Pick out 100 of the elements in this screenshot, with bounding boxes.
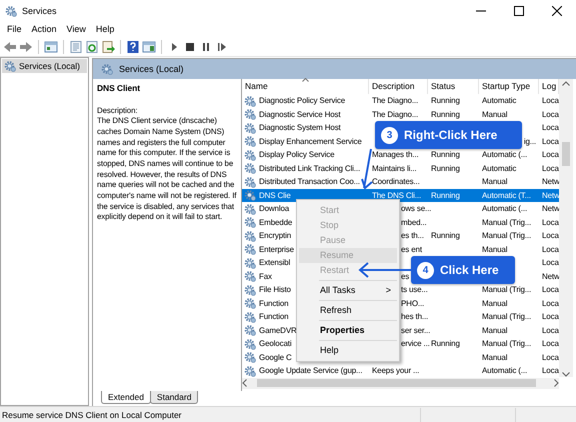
gear-icon: [244, 338, 256, 350]
menu-item[interactable]: View: [62, 23, 91, 35]
table-cell: Embedde: [259, 218, 292, 226]
export-icon[interactable]: [101, 40, 115, 54]
scroll-left-icon[interactable]: [242, 379, 247, 387]
table-cell: Loca: [542, 110, 559, 118]
table-cell: Automatic (...: [482, 204, 528, 213]
table-cell: Loca: [542, 312, 559, 321]
table-cell: File Histo: [259, 285, 291, 294]
table-cell: The Diagno...: [372, 96, 418, 105]
gear-icon: [244, 324, 256, 336]
table-cell: ows se...: [401, 204, 432, 213]
table-cell: Loca: [542, 150, 559, 159]
table-cell: Loca: [542, 339, 559, 348]
table-cell: Loca: [542, 352, 559, 362]
table-cell: Automatic: [482, 164, 516, 172]
panel-header: Services (Local): [93, 59, 576, 79]
scroll-right-icon[interactable]: [554, 379, 559, 387]
forward-arrow-icon[interactable]: [19, 40, 33, 54]
table-cell: Loca: [542, 136, 559, 146]
table-cell: DNS Clie: [259, 190, 291, 200]
table-cell: Running: [431, 150, 460, 159]
table-cell: Netw: [542, 272, 560, 280]
table-cell: Geolocati: [259, 339, 292, 348]
step-number: 4: [417, 262, 434, 278]
table-cell: Loca: [542, 298, 559, 308]
table-cell: Loca: [542, 258, 559, 267]
table-cell: Automatic (T...: [482, 190, 531, 200]
scroll-up-icon[interactable]: [562, 81, 570, 86]
gear-icon: [244, 162, 256, 174]
horizontal-scrollbar[interactable]: [242, 378, 559, 388]
menu-item[interactable]: Refresh: [299, 303, 397, 318]
column-header[interactable]: Description: [369, 79, 428, 94]
callout-text: Click Here: [440, 263, 499, 277]
column-header[interactable]: Startup Type: [479, 79, 539, 94]
gear-icon: [244, 364, 256, 377]
scrollbar-thumb[interactable]: [562, 142, 570, 166]
table-cell: Display Policy Service: [259, 150, 334, 159]
table-cell: Automatic (...: [482, 150, 528, 159]
gear-icon: [244, 284, 256, 296]
table-cell: PHO...: [401, 298, 424, 308]
gear-icon: [4, 60, 16, 72]
vertical-scrollbar[interactable]: [559, 79, 573, 377]
table-cell: hes th...: [401, 312, 428, 321]
view-tab[interactable]: Extended: [101, 391, 151, 404]
gear-icon: [244, 202, 256, 215]
menu-item[interactable]: Properties: [299, 323, 397, 338]
scrollbar-thumb[interactable]: [257, 379, 536, 387]
gear-icon: [244, 230, 256, 242]
table-cell: es th...: [401, 231, 424, 240]
step-number: 3: [381, 126, 398, 144]
column-header[interactable]: Name: [242, 79, 369, 94]
table-cell: Manual (Trig...: [482, 218, 532, 226]
scroll-down-icon[interactable]: [562, 372, 570, 377]
callout-text: Right-Click Here: [404, 128, 498, 142]
table-cell: ts use...: [401, 285, 428, 294]
menu-item[interactable]: Help: [299, 343, 397, 358]
gear-icon: [244, 310, 256, 323]
table-cell: Loca: [542, 285, 559, 294]
table-cell: Keeps your ...: [372, 366, 420, 375]
table-cell: Automatic: [482, 96, 516, 105]
table-cell: Distributed Link Tracking Cli...: [259, 164, 360, 172]
menu-item[interactable]: File: [2, 23, 27, 35]
maximize-icon: [514, 6, 524, 16]
service-name: DNS Client: [97, 83, 141, 94]
table-cell: mbed...: [401, 218, 427, 226]
menu-item[interactable]: Help: [90, 23, 120, 35]
refresh-icon[interactable]: [85, 40, 99, 54]
view-tab[interactable]: Standard: [150, 391, 198, 404]
table-cell: Netw: [542, 177, 560, 186]
table-cell: es ent: [401, 244, 422, 254]
table-cell: Manual (Trig...: [482, 285, 532, 294]
menu-item[interactable]: All Tasks >: [299, 283, 397, 298]
table-cell: Google Update Service (gup...: [259, 366, 362, 375]
table-cell: Distributed Transaction Coo...: [259, 177, 360, 186]
table-cell: The Diagno...: [372, 110, 418, 118]
table-cell: Maintains li...: [372, 164, 416, 172]
list-icon[interactable]: [69, 40, 83, 54]
table-cell: Netw: [542, 190, 560, 200]
gear-icon: [101, 63, 113, 75]
pane-icon[interactable]: [44, 40, 58, 54]
table-cell: Loca: [542, 231, 559, 240]
gear-icon: [244, 108, 256, 120]
table-cell: Netw: [542, 204, 560, 213]
view-icon[interactable]: [142, 40, 156, 54]
gear-icon: [244, 135, 256, 148]
gear-icon: [244, 122, 256, 134]
table-cell: The DNS Cli...: [372, 190, 422, 200]
menu-item[interactable]: Action: [26, 23, 62, 35]
table-cell: Running: [431, 231, 460, 240]
gear-icon: [244, 176, 256, 188]
column-header[interactable]: Status: [428, 79, 479, 94]
table-cell: es: [401, 272, 410, 280]
table-cell: Function: [259, 312, 288, 321]
window-title: Services: [22, 6, 57, 16]
tree-item[interactable]: Services (Local): [2, 59, 87, 73]
table-cell: Enterprise: [259, 244, 294, 254]
back-arrow-icon[interactable]: [3, 40, 17, 54]
help-icon[interactable]: [126, 40, 140, 54]
table-cell: Encryptin: [259, 231, 291, 240]
